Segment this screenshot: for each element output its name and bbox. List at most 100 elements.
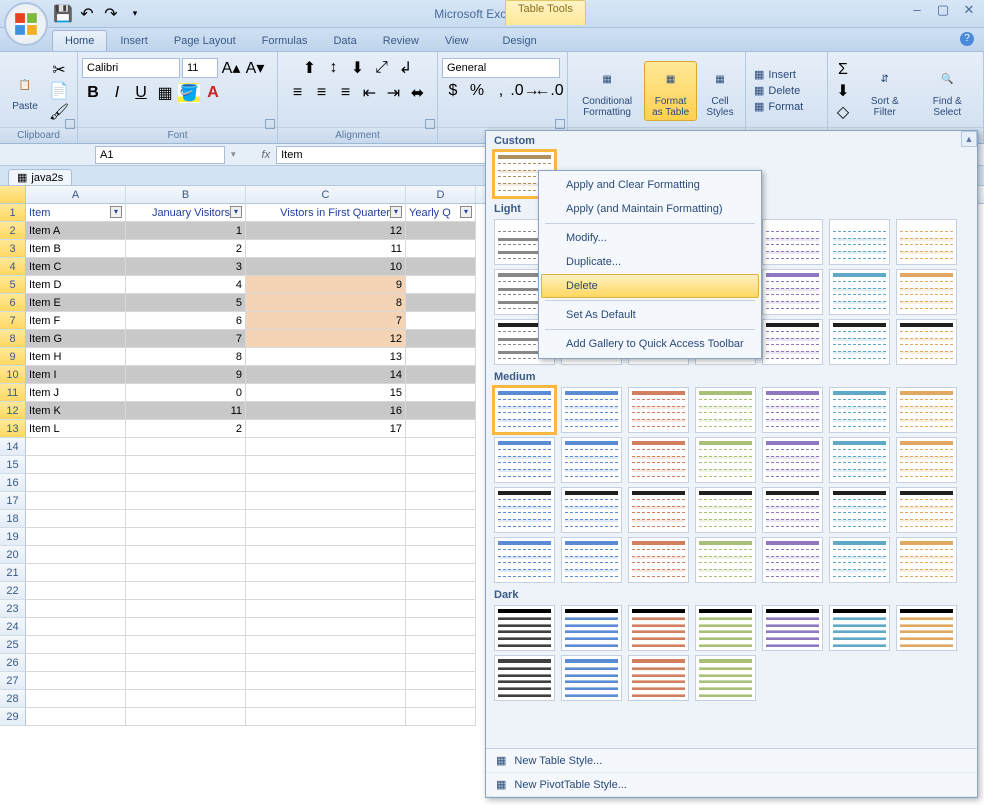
table-style-swatch[interactable] — [494, 605, 555, 651]
office-button[interactable] — [4, 2, 48, 46]
table-style-swatch[interactable] — [561, 487, 622, 533]
save-button[interactable]: 💾 — [54, 5, 72, 23]
paste-button[interactable]: 📋 Paste — [4, 66, 46, 115]
table-style-swatch[interactable] — [695, 605, 756, 651]
cell[interactable]: 8 — [126, 348, 246, 366]
row-header[interactable]: 3 — [0, 240, 26, 258]
cell[interactable] — [246, 456, 406, 474]
fill-button[interactable]: ⬇ — [832, 81, 854, 101]
cell[interactable] — [406, 402, 476, 420]
table-style-swatch[interactable] — [561, 387, 622, 433]
table-style-swatch[interactable] — [762, 387, 823, 433]
cell[interactable] — [126, 564, 246, 582]
tab-review[interactable]: Review — [370, 30, 432, 51]
tab-formulas[interactable]: Formulas — [249, 30, 321, 51]
cell[interactable] — [406, 528, 476, 546]
close-button[interactable]: ✕ — [960, 4, 978, 18]
cell[interactable] — [246, 564, 406, 582]
cell[interactable]: 12 — [246, 222, 406, 240]
table-style-swatch[interactable] — [494, 387, 555, 433]
tab-view[interactable]: View — [432, 30, 482, 51]
cell[interactable] — [406, 258, 476, 276]
cell[interactable] — [126, 546, 246, 564]
table-style-swatch[interactable] — [896, 219, 957, 265]
table-style-swatch[interactable] — [896, 269, 957, 315]
cell[interactable]: 17 — [246, 420, 406, 438]
cell[interactable] — [126, 438, 246, 456]
table-style-swatch[interactable] — [896, 437, 957, 483]
filter-dropdown-icon[interactable]: ▾ — [230, 206, 242, 218]
cell[interactable] — [126, 456, 246, 474]
tab-insert[interactable]: Insert — [107, 30, 161, 51]
tab-design[interactable]: Design — [489, 30, 549, 51]
ctx-apply-clear[interactable]: Apply and Clear Formatting — [541, 173, 759, 197]
row-header[interactable]: 21 — [0, 564, 26, 582]
table-style-swatch[interactable] — [561, 655, 622, 701]
table-style-swatch[interactable] — [896, 537, 957, 583]
clear-button[interactable]: ◇ — [832, 102, 854, 122]
copy-button[interactable]: 📄 — [48, 81, 70, 101]
row-header[interactable]: 26 — [0, 654, 26, 672]
cell[interactable]: Item L — [26, 420, 126, 438]
fill-color-button[interactable]: 🪣 — [178, 83, 200, 103]
cell[interactable] — [406, 366, 476, 384]
table-style-swatch[interactable] — [695, 537, 756, 583]
cell[interactable] — [246, 510, 406, 528]
ctx-modify[interactable]: Modify... — [541, 226, 759, 250]
row-header[interactable]: 14 — [0, 438, 26, 456]
table-style-swatch[interactable] — [829, 387, 890, 433]
table-style-swatch[interactable] — [829, 437, 890, 483]
filter-dropdown-icon[interactable]: ▾ — [460, 206, 472, 218]
row-header[interactable]: 1 — [0, 204, 26, 222]
ctx-apply-maintain[interactable]: Apply (and Maintain Formatting) — [541, 197, 759, 221]
cell[interactable]: 13 — [246, 348, 406, 366]
grow-font-button[interactable]: A▴ — [220, 58, 242, 78]
row-header[interactable]: 17 — [0, 492, 26, 510]
cell[interactable] — [126, 690, 246, 708]
cell[interactable] — [26, 510, 126, 528]
cell[interactable] — [406, 690, 476, 708]
find-select-button[interactable]: 🔍 Find & Select — [916, 61, 980, 121]
filter-dropdown-icon[interactable]: ▾ — [110, 206, 122, 218]
table-style-swatch[interactable] — [494, 537, 555, 583]
ctx-set-default[interactable]: Set As Default — [541, 303, 759, 327]
cell[interactable] — [26, 456, 126, 474]
column-header-D[interactable]: D — [406, 186, 476, 203]
cell[interactable]: Item▾ — [26, 204, 126, 222]
row-header[interactable]: 28 — [0, 690, 26, 708]
new-table-style-button[interactable]: ▦New Table Style... — [486, 749, 977, 773]
row-header[interactable]: 24 — [0, 618, 26, 636]
cell[interactable] — [246, 474, 406, 492]
decrease-decimal-button[interactable]: ←.0 — [538, 81, 560, 101]
sort-filter-button[interactable]: ⇵ Sort & Filter — [856, 61, 914, 121]
row-header[interactable]: 9 — [0, 348, 26, 366]
cell[interactable] — [406, 654, 476, 672]
cell[interactable] — [26, 654, 126, 672]
row-header[interactable]: 25 — [0, 636, 26, 654]
increase-decimal-button[interactable]: .0→ — [514, 81, 536, 101]
table-style-swatch[interactable] — [695, 387, 756, 433]
restore-button[interactable]: ▢ — [934, 4, 952, 18]
row-header[interactable]: 29 — [0, 708, 26, 726]
cell[interactable] — [406, 240, 476, 258]
cell[interactable] — [246, 582, 406, 600]
cell[interactable] — [126, 492, 246, 510]
column-header-C[interactable]: C — [246, 186, 406, 203]
increase-indent-button[interactable]: ⇥ — [383, 83, 405, 103]
cell[interactable] — [126, 528, 246, 546]
row-header[interactable]: 19 — [0, 528, 26, 546]
cell[interactable]: Item G — [26, 330, 126, 348]
gallery-scroll-up[interactable]: ▲ — [961, 131, 977, 147]
cell[interactable]: 2 — [126, 240, 246, 258]
table-style-swatch[interactable] — [628, 387, 689, 433]
cell[interactable] — [406, 600, 476, 618]
table-style-swatch[interactable] — [762, 537, 823, 583]
table-style-swatch[interactable] — [896, 487, 957, 533]
format-as-table-button[interactable]: ▦ Format as Table — [644, 61, 697, 121]
row-header[interactable]: 11 — [0, 384, 26, 402]
cell[interactable]: January Visitors▾ — [126, 204, 246, 222]
table-style-swatch[interactable] — [628, 487, 689, 533]
cell[interactable]: 11 — [126, 402, 246, 420]
tab-page-layout[interactable]: Page Layout — [161, 30, 249, 51]
new-pivot-style-button[interactable]: ▦New PivotTable Style... — [486, 773, 977, 797]
